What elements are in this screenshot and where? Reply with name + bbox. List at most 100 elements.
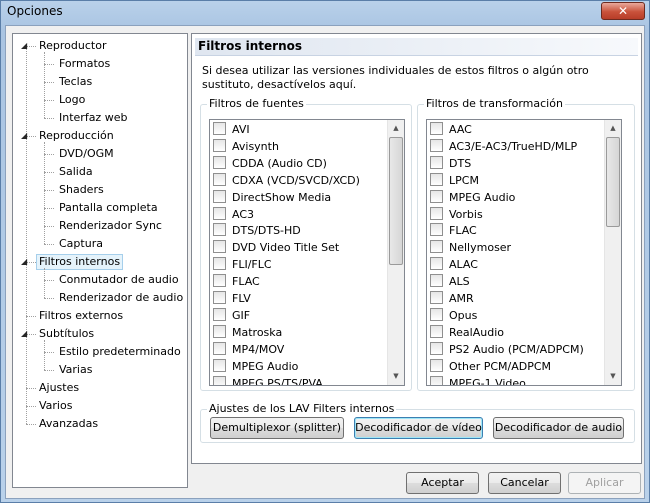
- scrollbar-thumb[interactable]: [389, 137, 403, 265]
- filter-checkbox[interactable]: [213, 324, 226, 338]
- filter-checkbox[interactable]: [213, 291, 226, 304]
- list-item[interactable]: LPCM: [430, 172, 479, 189]
- filter-checkbox[interactable]: [213, 138, 226, 152]
- list-item[interactable]: CDXA (VCD/SVCD/XCD): [213, 172, 360, 189]
- tree-item-reproductor[interactable]: Reproductor: [39, 38, 106, 54]
- tree-item-logo[interactable]: Logo: [59, 92, 85, 108]
- list-item[interactable]: DTS/DTS-HD: [213, 222, 301, 239]
- tree-item-subtítulos[interactable]: Subtítulos: [39, 326, 94, 342]
- list-item[interactable]: AAC: [430, 121, 472, 138]
- filter-checkbox[interactable]: [430, 324, 443, 338]
- scroll-up-arrow-icon[interactable]: ▲: [605, 120, 621, 137]
- filter-checkbox[interactable]: [430, 172, 443, 186]
- list-item[interactable]: MPEG Audio: [213, 358, 298, 375]
- filter-checkbox[interactable]: [213, 257, 226, 271]
- tree-item-interfaz-web[interactable]: Interfaz web: [59, 110, 127, 126]
- list-item[interactable]: FLI/FLC: [213, 256, 272, 273]
- list-item[interactable]: CDDA (Audio CD): [213, 155, 327, 172]
- list-item[interactable]: ALAC: [430, 256, 478, 273]
- filter-checkbox[interactable]: [430, 122, 443, 135]
- list-item[interactable]: Opus: [430, 307, 477, 324]
- tree-item-renderizador-sync[interactable]: Renderizador Sync: [59, 218, 162, 234]
- list-item[interactable]: FLAC: [430, 222, 477, 239]
- filter-checkbox[interactable]: [430, 138, 443, 152]
- filter-checkbox[interactable]: [213, 240, 226, 254]
- transform-filters-list[interactable]: MPEG-1 Video Other PCM/ADPCM PS2 Audio (PC…: [426, 119, 622, 386]
- filter-checkbox[interactable]: [213, 155, 226, 169]
- filter-checkbox[interactable]: [213, 172, 226, 186]
- filter-checkbox[interactable]: [213, 122, 226, 135]
- scrollbar-thumb[interactable]: [606, 137, 620, 227]
- source-filters-scrollbar[interactable]: ▲ ▼: [387, 120, 404, 385]
- list-item[interactable]: ALS: [430, 273, 470, 290]
- list-item[interactable]: AVI: [213, 121, 250, 138]
- list-item[interactable]: DVD Video Title Set: [213, 239, 339, 256]
- video-decoder-button[interactable]: Decodificador de vídeo: [354, 417, 483, 439]
- audio-decoder-button[interactable]: Decodificador de audio: [493, 417, 624, 439]
- filter-checkbox[interactable]: [213, 307, 226, 321]
- filter-checkbox[interactable]: [213, 223, 226, 237]
- filter-checkbox[interactable]: [213, 274, 226, 288]
- filter-checkbox[interactable]: [430, 206, 443, 220]
- options-tree[interactable]: ◢ Reproductor Formatos Teclas Logo Interfaz w…: [12, 33, 188, 488]
- apply-button[interactable]: Aplicar: [568, 472, 641, 494]
- filter-checkbox[interactable]: [430, 375, 443, 385]
- list-item[interactable]: Matroska: [213, 324, 282, 341]
- expanded-triangle-icon[interactable]: ◢: [21, 329, 31, 339]
- list-item[interactable]: Nellymoser: [430, 239, 511, 256]
- scroll-up-arrow-icon[interactable]: ▲: [388, 120, 404, 137]
- cancel-button[interactable]: Cancelar: [488, 472, 561, 494]
- scroll-down-arrow-icon[interactable]: ▼: [605, 368, 621, 385]
- source-filters-list[interactable]: MPEG PS/TS/PVA MPEG Audio MP4/MOV Matroska G…: [209, 119, 405, 386]
- filter-checkbox[interactable]: [213, 189, 226, 203]
- list-item[interactable]: MPEG Audio: [430, 189, 515, 206]
- tree-item-salida[interactable]: Salida: [59, 164, 93, 180]
- tree-item-filtros-externos[interactable]: Filtros externos: [39, 308, 123, 324]
- list-item[interactable]: AC3/E-AC3/TrueHD/MLP: [430, 138, 577, 155]
- list-item[interactable]: MP4/MOV: [213, 341, 284, 358]
- expanded-triangle-icon[interactable]: ◢: [21, 257, 31, 267]
- accept-button[interactable]: Aceptar: [406, 472, 479, 494]
- list-item[interactable]: Other PCM/ADPCM: [430, 358, 551, 375]
- scroll-down-arrow-icon[interactable]: ▼: [388, 368, 404, 385]
- list-item[interactable]: DTS: [430, 155, 471, 172]
- list-item[interactable]: Vorbis: [430, 206, 483, 223]
- list-item[interactable]: PS2 Audio (PCM/ADPCM): [430, 341, 584, 358]
- expanded-triangle-icon[interactable]: ◢: [21, 41, 31, 51]
- tree-item-estilo-predeterminado[interactable]: Estilo predeterminado: [59, 344, 181, 360]
- tree-item-dvd-ogm[interactable]: DVD/OGM: [59, 146, 114, 162]
- tree-item-pantalla-completa[interactable]: Pantalla completa: [59, 200, 158, 216]
- tree-item-varias[interactable]: Varias: [59, 362, 92, 378]
- title-bar[interactable]: Opciones ✕: [1, 1, 649, 23]
- list-item[interactable]: DirectShow Media: [213, 189, 331, 206]
- filter-checkbox[interactable]: [213, 206, 226, 220]
- list-item[interactable]: GIF: [213, 307, 250, 324]
- close-button[interactable]: ✕: [601, 2, 645, 20]
- tree-item-conmutador-de-audio[interactable]: Conmutador de audio: [59, 272, 179, 288]
- tree-item-avanzadas[interactable]: Avanzadas: [39, 416, 98, 432]
- filter-checkbox[interactable]: [430, 274, 443, 288]
- tree-item-reproducción[interactable]: Reproducción: [39, 128, 114, 144]
- list-item[interactable]: AMR: [430, 290, 474, 307]
- filter-checkbox[interactable]: [430, 257, 443, 271]
- filter-checkbox[interactable]: [430, 189, 443, 203]
- list-item[interactable]: FLV: [213, 290, 251, 307]
- filter-checkbox[interactable]: [430, 341, 443, 355]
- splitter-button[interactable]: Demultiplexor (splitter): [210, 417, 344, 439]
- tree-item-varios[interactable]: Varios: [39, 398, 72, 414]
- filter-checkbox[interactable]: [430, 223, 443, 237]
- list-item[interactable]: AC3: [213, 206, 254, 223]
- list-item[interactable]: MPEG-1 Video: [430, 375, 526, 385]
- tree-item-renderizador-de-audio[interactable]: Renderizador de audio: [59, 290, 183, 306]
- expanded-triangle-icon[interactable]: ◢: [21, 131, 31, 141]
- list-item[interactable]: FLAC: [213, 273, 260, 290]
- filter-checkbox[interactable]: [213, 358, 226, 372]
- transform-filters-scrollbar[interactable]: ▲ ▼: [604, 120, 621, 385]
- filter-checkbox[interactable]: [430, 291, 443, 304]
- filter-checkbox[interactable]: [430, 358, 443, 372]
- tree-item-teclas[interactable]: Teclas: [59, 74, 92, 90]
- tree-item-formatos[interactable]: Formatos: [59, 56, 110, 72]
- filter-checkbox[interactable]: [430, 155, 443, 169]
- list-item[interactable]: MPEG PS/TS/PVA: [213, 375, 323, 385]
- tree-item-captura[interactable]: Captura: [59, 236, 103, 252]
